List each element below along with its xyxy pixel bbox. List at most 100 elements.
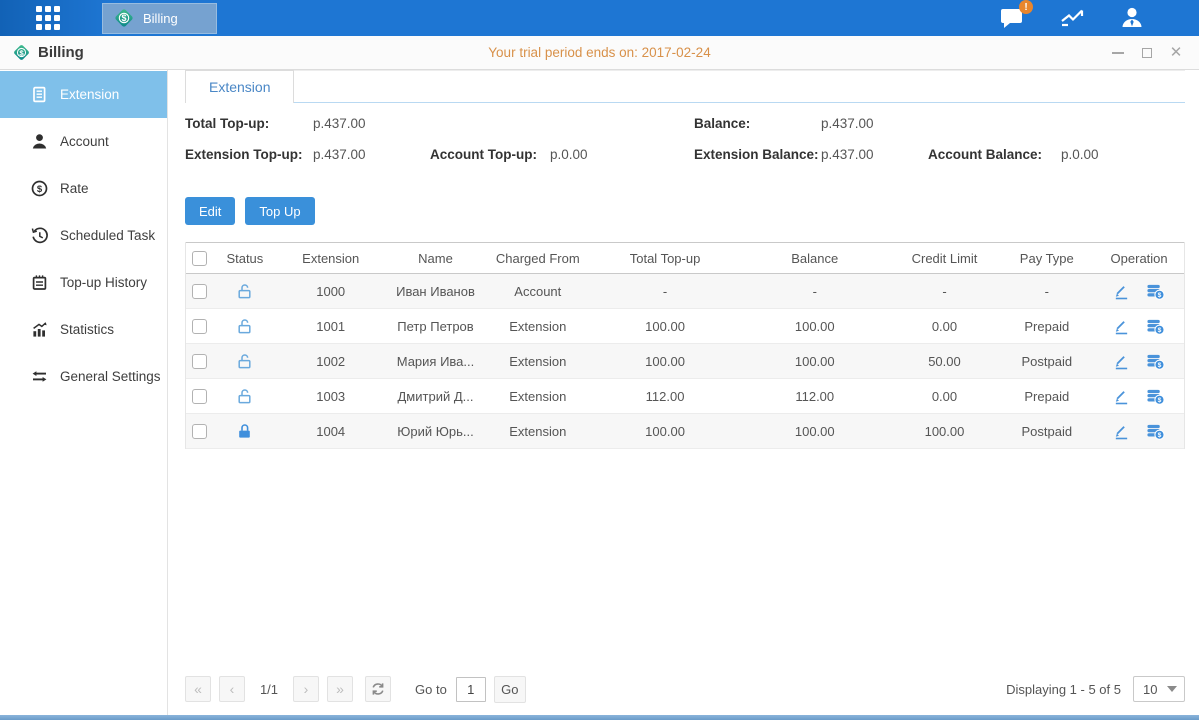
- col-pay-type: Pay Type: [999, 251, 1094, 266]
- edit-icon[interactable]: [1113, 318, 1130, 335]
- go-button[interactable]: Go: [494, 676, 526, 703]
- minimize-button[interactable]: [1111, 46, 1125, 60]
- row-checkbox[interactable]: [192, 319, 207, 334]
- maximize-button[interactable]: [1140, 46, 1154, 60]
- cell-name: Мария Ива...: [386, 354, 486, 369]
- row-checkbox[interactable]: [192, 354, 207, 369]
- cell-charged-from: Extension: [485, 354, 590, 369]
- cell-charged-from: Account: [485, 284, 590, 299]
- pagination-bar: « ‹ 1/1 › » Go to Go Displaying 1 - 5 of…: [185, 669, 1185, 715]
- close-button[interactable]: ✕: [1169, 46, 1183, 60]
- app-launcher-button[interactable]: [36, 6, 60, 30]
- sidebar-item-rate[interactable]: $ Rate: [0, 165, 167, 212]
- col-charged-from: Charged From: [485, 251, 590, 266]
- chevron-down-icon: [1167, 686, 1177, 692]
- cell-extension: 1002: [276, 354, 386, 369]
- billing-diamond-icon: $: [113, 7, 135, 29]
- sidebar-item-general-settings[interactable]: General Settings: [0, 353, 167, 400]
- edit-icon[interactable]: [1113, 423, 1130, 440]
- cell-pay-type: Postpaid: [999, 424, 1094, 439]
- extension-topup-label: Extension Top-up:: [185, 147, 303, 162]
- cell-credit-limit: 100.00: [890, 424, 1000, 439]
- row-checkbox[interactable]: [192, 389, 207, 404]
- top-up-row-icon[interactable]: $: [1146, 387, 1165, 406]
- edit-icon[interactable]: [1113, 283, 1130, 300]
- cell-pay-type: -: [999, 284, 1094, 299]
- sidebar-item-statistics[interactable]: Statistics: [0, 306, 167, 353]
- top-up-row-icon[interactable]: $: [1146, 422, 1165, 441]
- page-indicator: 1/1: [253, 682, 285, 697]
- messages-button[interactable]: !: [999, 6, 1025, 30]
- cell-pay-type: Prepaid: [999, 319, 1094, 334]
- tabstrip: Extension: [185, 70, 1185, 103]
- chart-icon: [1059, 7, 1085, 29]
- account-menu-button[interactable]: [1119, 5, 1145, 31]
- billing-app-tab[interactable]: $ Billing: [102, 3, 217, 34]
- lock-status-icon: [236, 283, 253, 300]
- table-row: 1000 Иван Иванов Account - - - - $: [186, 274, 1184, 309]
- sidebar-item-extension[interactable]: Extension: [0, 71, 167, 118]
- sidebar-item-label: Scheduled Task: [60, 228, 155, 243]
- tab-extension[interactable]: Extension: [185, 70, 294, 103]
- refresh-button[interactable]: [365, 676, 391, 702]
- sidebar-item-scheduled-task[interactable]: Scheduled Task: [0, 212, 167, 259]
- cell-balance: 100.00: [740, 424, 890, 439]
- edit-button[interactable]: Edit: [185, 197, 235, 225]
- last-page-button[interactable]: »: [327, 676, 353, 702]
- prev-page-button[interactable]: ‹: [219, 676, 245, 702]
- select-all-checkbox[interactable]: [192, 251, 207, 266]
- svg-text:$: $: [1158, 292, 1162, 299]
- lock-status-icon: [236, 423, 253, 440]
- topup-history-icon: [30, 274, 49, 291]
- first-page-button[interactable]: «: [185, 676, 211, 702]
- extension-topup-value: p.437.00: [313, 147, 366, 162]
- cell-charged-from: Extension: [485, 389, 590, 404]
- billing-tab-label: Billing: [143, 11, 178, 26]
- cell-total-topup: 100.00: [590, 354, 740, 369]
- cell-credit-limit: 50.00: [890, 354, 1000, 369]
- extension-icon: [30, 86, 49, 103]
- col-name: Name: [386, 251, 486, 266]
- table-header: Status Extension Name Charged From Total…: [186, 242, 1184, 274]
- page-size-value: 10: [1143, 682, 1167, 697]
- page-title: Billing: [38, 44, 84, 61]
- window-bottom-edge: [0, 715, 1199, 720]
- account-balance-value: p.0.00: [1061, 147, 1099, 162]
- statistics-icon: [30, 321, 49, 338]
- cell-pay-type: Prepaid: [999, 389, 1094, 404]
- row-checkbox[interactable]: [192, 284, 207, 299]
- sidebar-item-label: General Settings: [60, 369, 161, 384]
- billing-diamond-icon: $: [12, 43, 31, 62]
- page-size-select[interactable]: 10: [1133, 676, 1185, 702]
- cell-name: Иван Иванов: [386, 284, 486, 299]
- rate-icon: $: [30, 180, 49, 197]
- cell-extension: 1003: [276, 389, 386, 404]
- reports-button[interactable]: [1059, 7, 1085, 29]
- top-up-row-icon[interactable]: $: [1146, 282, 1165, 301]
- svg-text:$: $: [1158, 432, 1162, 439]
- next-page-button[interactable]: ›: [293, 676, 319, 702]
- sidebar-item-label: Account: [60, 134, 109, 149]
- sidebar: Extension Account $ Rate: [0, 70, 168, 715]
- top-up-row-icon[interactable]: $: [1146, 352, 1165, 371]
- cell-name: Дмитрий Д...: [386, 389, 486, 404]
- account-topup-label: Account Top-up:: [430, 147, 537, 162]
- cell-charged-from: Extension: [485, 424, 590, 439]
- sidebar-item-topup-history[interactable]: Top-up History: [0, 259, 167, 306]
- top-up-button[interactable]: Top Up: [245, 197, 314, 225]
- sidebar-item-account[interactable]: Account: [0, 118, 167, 165]
- table-row: 1002 Мария Ива... Extension 100.00 100.0…: [186, 344, 1184, 379]
- edit-icon[interactable]: [1113, 388, 1130, 405]
- svg-text:$: $: [37, 184, 43, 195]
- trial-notice: Your trial period ends on: 2017-02-24: [488, 45, 710, 60]
- goto-page-input[interactable]: [456, 677, 486, 702]
- edit-icon[interactable]: [1113, 353, 1130, 370]
- account-topup-value: p.0.00: [550, 147, 588, 162]
- row-checkbox[interactable]: [192, 424, 207, 439]
- cell-balance: 100.00: [740, 354, 890, 369]
- table-row: 1004 Юрий Юрь... Extension 100.00 100.00…: [186, 414, 1184, 449]
- topbar: $ Billing !: [0, 0, 1199, 36]
- displaying-text: Displaying 1 - 5 of 5: [1006, 682, 1121, 697]
- top-up-row-icon[interactable]: $: [1146, 317, 1165, 336]
- sidebar-item-label: Statistics: [60, 322, 114, 337]
